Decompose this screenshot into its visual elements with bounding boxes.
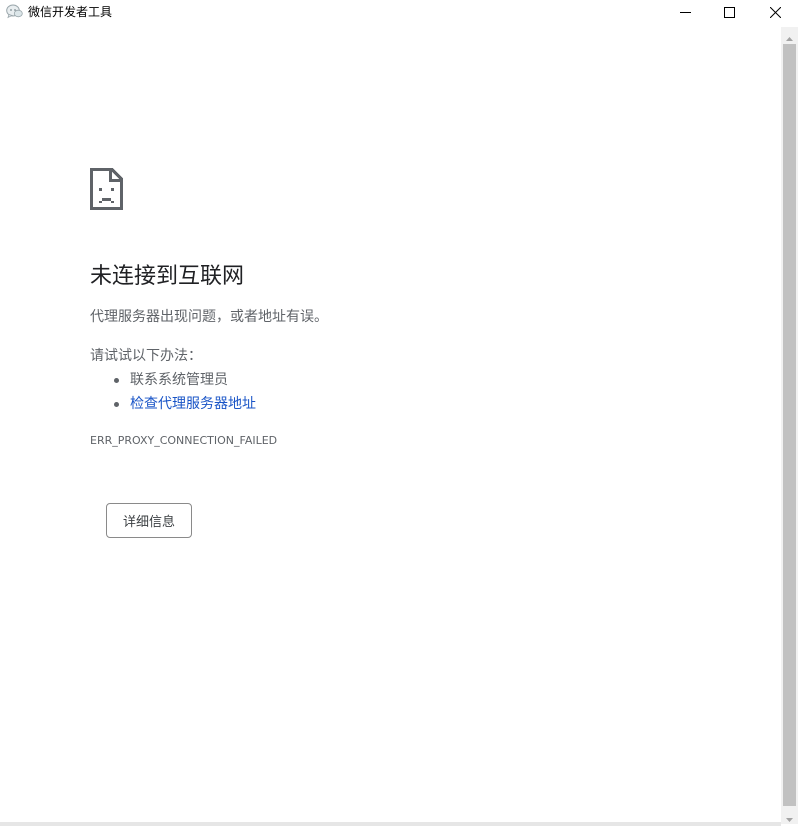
details-button[interactable]: 详细信息 xyxy=(106,503,192,538)
bottom-edge xyxy=(0,822,781,826)
maximize-icon xyxy=(723,3,735,22)
sad-page-icon xyxy=(90,168,123,210)
suggestions-list: 联系系统管理员 检查代理服务器地址 xyxy=(114,368,256,416)
minimize-icon xyxy=(679,3,691,22)
scroll-down-button[interactable] xyxy=(781,808,798,824)
error-code: ERR_PROXY_CONNECTION_FAILED xyxy=(90,434,278,447)
suggestion-contact-admin: 联系系统管理员 xyxy=(130,372,228,388)
maximize-button[interactable] xyxy=(706,0,752,24)
vertical-scrollbar[interactable] xyxy=(781,27,798,824)
close-icon xyxy=(769,3,781,22)
check-proxy-link[interactable]: 检查代理服务器地址 xyxy=(130,396,256,412)
list-item: 检查代理服务器地址 xyxy=(114,392,256,416)
wechat-devtools-icon xyxy=(6,4,23,19)
chevron-up-icon xyxy=(786,26,793,45)
window-title: 微信开发者工具 xyxy=(28,5,113,19)
error-heading: 未连接到互联网 xyxy=(90,264,245,289)
scroll-up-button[interactable] xyxy=(781,27,798,43)
list-item: 联系系统管理员 xyxy=(114,368,256,392)
error-description: 代理服务器出现问题，或者地址有误。 xyxy=(90,309,328,325)
close-button[interactable] xyxy=(752,0,798,24)
scrollbar-thumb[interactable] xyxy=(783,44,796,806)
browser-window: 微信开发者工具 未连接到互联网 代理服务器出现问题，或者地址有误。 请试试以下办… xyxy=(0,0,800,826)
suggestions-label: 请试试以下办法： xyxy=(90,348,202,364)
title-bar: 微信开发者工具 xyxy=(0,0,800,24)
minimize-button[interactable] xyxy=(662,0,708,24)
chevron-down-icon xyxy=(786,807,793,826)
